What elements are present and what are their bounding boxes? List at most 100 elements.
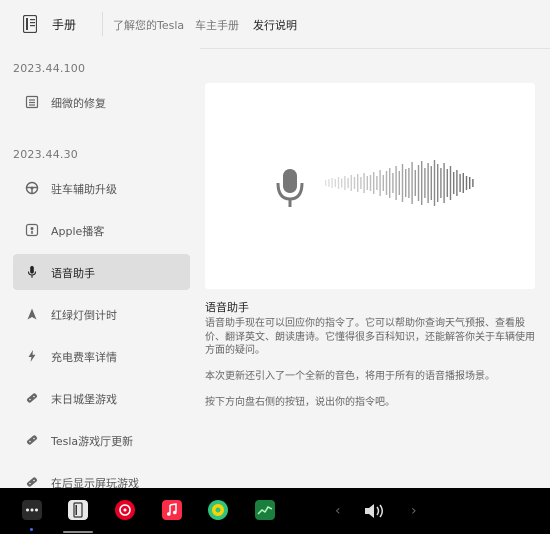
waveform-bar [382,175,384,191]
waveform-bar [401,164,404,202]
waveform-bar [369,175,372,191]
waveform-bar [440,168,442,198]
waveform-bar [373,172,375,194]
version-label: 2023.44.100 [13,62,86,75]
waveform-bar [347,178,349,188]
sidebar-item-label: 语音助手 [51,267,95,280]
navigation-arrow-icon [27,308,37,320]
waveform-bar [469,177,471,189]
voice-assistant-illustration [205,83,535,289]
sidebar-item-park-assist[interactable]: 驻车辅助升级 [13,170,190,206]
podcast-icon [25,223,39,237]
taskbar: ‹ › [0,488,550,534]
game-controller-icon [26,393,38,403]
microphone-icon [276,169,304,207]
waveform-bar [357,174,359,192]
waveform-bar [417,165,420,201]
manual-icon[interactable] [68,500,88,520]
waveform-bar [337,177,340,189]
steering-wheel-icon [25,181,39,195]
waveform-bar [437,164,439,202]
release-note-content: 语音助手 语音助手现在可以回应你的指令了。它可以帮助你查询天气预报、查看股价、翻… [200,48,550,488]
sidebar-item-rear-screen-games[interactable]: 在后显示屏玩游戏 [13,464,190,488]
microphone-icon [27,266,37,278]
waveform-bar [414,170,416,196]
waveform-bar [376,176,378,190]
waveform-bar [430,166,432,200]
waveform-bar [398,171,400,195]
list-icon [25,95,39,109]
stocks-icon[interactable] [255,500,275,520]
waveform-bar [424,168,426,198]
waveform-bar [443,163,445,203]
waveform-bar [459,174,461,192]
sidebar-item-minor-fixes[interactable]: 细微的修复 [13,84,190,120]
sidebar-item-tesla-arcade-update[interactable]: Tesla游戏厅更新 [13,422,190,458]
content-paragraph: 语音助手现在可以回应你的指令了。它可以帮助你查询天气预报、查看股价、翻译英文、朗… [205,318,535,356]
waveform-bar [433,160,436,206]
sidebar: 2023.44.100 细微的修复 2023.44.30 驻车辅助升级 Appl… [0,48,200,488]
waveform-bar [350,175,352,191]
waveform-bar [405,169,407,197]
waveform-bar [456,170,458,196]
waveform-bar [353,177,356,189]
header: 手册 了解您的Tesla 车主手册 发行说明 [0,0,550,49]
previous-arrow-icon[interactable]: ‹ [335,503,341,519]
qq-music-icon[interactable] [208,500,228,520]
sidebar-item-label: 红绿灯倒计时 [51,309,117,322]
sidebar-item-label: 细微的修复 [51,97,106,110]
waveform-bar [411,162,413,204]
more-apps-icon[interactable] [22,500,42,520]
sidebar-item-label: 在后显示屏玩游戏 [51,477,139,488]
waveform-bar [334,179,336,187]
waveform-bar [385,171,388,195]
waveform-bar [427,163,429,203]
header-divider [102,12,103,36]
sidebar-item-doom-game[interactable]: 末日城堡游戏 [13,380,190,416]
waveform-bar [379,170,381,196]
sidebar-item-label: Tesla游戏厅更新 [51,435,134,448]
waveform-bar [421,161,423,205]
sidebar-item-label: 充电费率详情 [51,351,117,364]
content-paragraph: 按下方向盘右侧的按钮，说出你的指令吧。 [205,397,395,408]
active-indicator [30,528,33,531]
waveform-bar [446,169,448,197]
waveform-bar [331,178,333,188]
waveform-bar [366,176,368,190]
netease-music-icon[interactable] [115,500,135,520]
waveform-bar [392,173,394,193]
tab-release-notes[interactable]: 发行说明 [253,17,297,33]
waveform-bar [465,176,468,190]
content-paragraph: 本次更新还引入了一个全新的音色，将用于所有的语音播报场景。 [205,371,495,382]
waveform-bar [328,179,330,187]
waveform-bar [341,178,343,188]
volume-icon[interactable] [363,502,389,520]
tab-owners-manual[interactable]: 车主手册 [195,17,239,33]
game-controller-icon [26,477,38,487]
version-label: 2023.44.30 [13,148,78,161]
sidebar-item-charging-rate-details[interactable]: 充电费率详情 [13,338,190,374]
manual-icon[interactable] [23,15,37,33]
content-title: 语音助手 [205,301,249,314]
apple-music-icon[interactable] [162,500,182,520]
sidebar-item-label: 驻车辅助升级 [51,183,117,196]
waveform-bar [360,177,362,189]
waveform-bar [472,179,474,187]
tab-know-your-tesla[interactable]: 了解您的Tesla [113,17,184,33]
open-app-indicator [63,531,93,533]
sidebar-item-label: 末日城堡游戏 [51,393,117,406]
waveform-bar [453,172,455,194]
game-controller-icon [26,435,38,445]
voice-waveform [276,160,474,207]
sidebar-item-traffic-light-countdown[interactable]: 红绿灯倒计时 [13,296,190,332]
lightning-icon [28,350,36,362]
waveform-bar [408,168,410,198]
page-title: 手册 [52,18,77,32]
next-arrow-icon[interactable]: › [411,503,417,519]
waveform-bar [344,176,346,190]
waveform-bar [462,173,464,193]
sidebar-item-voice-assistant[interactable]: 语音助手 [13,254,190,290]
waveform-bar [325,180,327,186]
sidebar-item-apple-podcasts[interactable]: Apple播客 [13,212,190,248]
waveform-bar [389,168,391,198]
